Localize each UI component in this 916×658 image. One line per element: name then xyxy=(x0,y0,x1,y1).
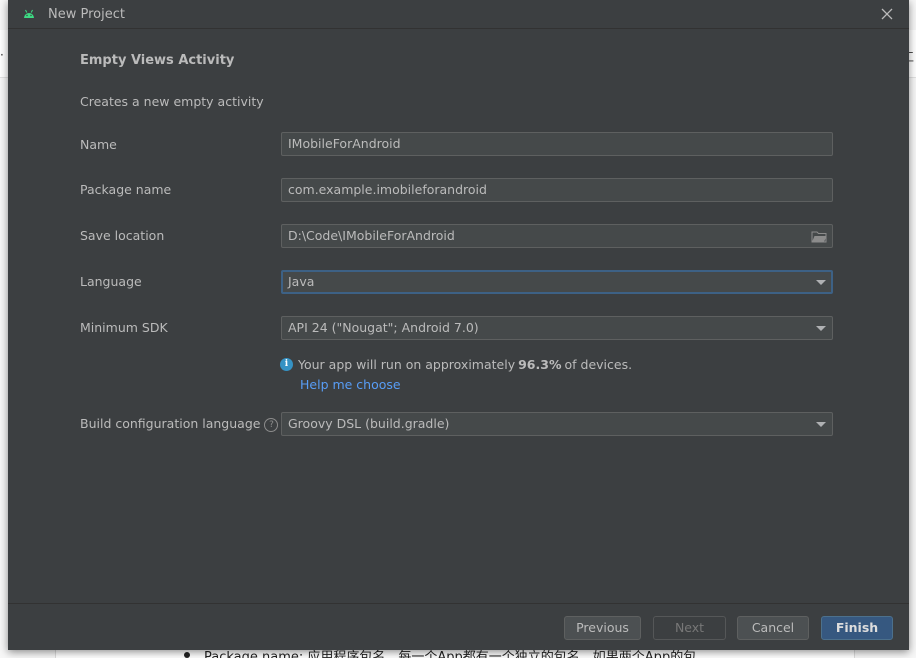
info-suffix: of devices. xyxy=(564,357,633,372)
background-bullet xyxy=(184,652,190,658)
info-prefix: Your app will run on approximately xyxy=(298,357,516,372)
new-project-dialog: New Project Empty Views Activity Creates… xyxy=(8,0,909,650)
build-config-label-row: Build configuration language? xyxy=(80,416,279,432)
folder-icon[interactable] xyxy=(811,230,827,243)
save-location-field[interactable]: D:\Code\IMobileForAndroid xyxy=(281,224,833,248)
help-me-choose-link[interactable]: Help me choose xyxy=(300,377,401,392)
next-button[interactable]: Next xyxy=(653,616,726,640)
save-location-label: Save location xyxy=(80,228,165,243)
name-field[interactable]: IMobileForAndroid xyxy=(281,132,833,156)
language-label: Language xyxy=(80,274,142,289)
device-coverage-info: i Your app will run on approximately 96.… xyxy=(280,357,632,372)
dialog-footer: Previous Next Cancel Finish xyxy=(8,603,909,650)
package-name-label: Package name xyxy=(80,182,172,197)
previous-button[interactable]: Previous xyxy=(564,616,641,640)
language-value: Java xyxy=(288,274,315,289)
template-heading: Empty Views Activity xyxy=(80,53,235,68)
minimum-sdk-label: Minimum SDK xyxy=(80,320,168,335)
android-icon xyxy=(24,9,34,18)
name-label: Name xyxy=(80,137,117,152)
minimum-sdk-value: API 24 ("Nougat"; Android 7.0) xyxy=(288,320,479,335)
package-name-field[interactable]: com.example.imobileforandroid xyxy=(281,178,833,202)
close-icon[interactable] xyxy=(879,6,895,22)
finish-button[interactable]: Finish xyxy=(821,616,893,640)
info-icon: i xyxy=(280,358,293,371)
chevron-down-icon xyxy=(816,326,826,331)
build-config-label: Build configuration language xyxy=(80,416,261,431)
cancel-button[interactable]: Cancel xyxy=(737,616,809,640)
minimum-sdk-select[interactable]: API 24 ("Nougat"; Android 7.0) xyxy=(281,316,833,340)
name-value: IMobileForAndroid xyxy=(288,136,401,151)
info-percent: 96.3% xyxy=(518,357,562,372)
background-left-glyph: · xyxy=(0,48,4,62)
save-location-value: D:\Code\IMobileForAndroid xyxy=(288,228,455,243)
language-select[interactable]: Java xyxy=(281,270,833,294)
chevron-down-icon xyxy=(816,422,826,427)
template-description: Creates a new empty activity xyxy=(80,94,264,109)
dialog-title: New Project xyxy=(48,7,125,22)
build-config-select[interactable]: Groovy DSL (build.gradle) xyxy=(281,412,833,436)
question-mark-icon[interactable]: ? xyxy=(264,418,279,432)
package-name-value: com.example.imobileforandroid xyxy=(288,182,487,197)
build-config-value: Groovy DSL (build.gradle) xyxy=(288,416,450,431)
chevron-down-icon xyxy=(816,280,826,285)
dialog-titlebar: New Project xyxy=(8,0,909,29)
